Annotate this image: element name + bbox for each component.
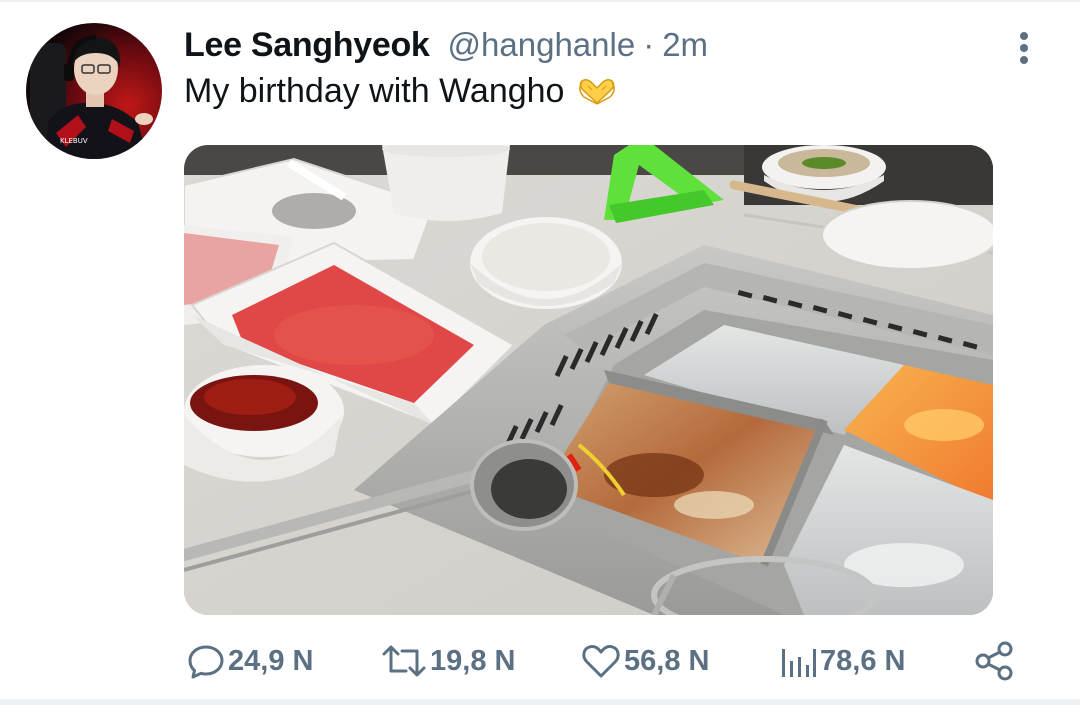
hotpot-photo <box>184 145 993 615</box>
heart-icon <box>582 645 620 678</box>
retweet-button[interactable]: 19,8 N <box>380 636 515 686</box>
like-count: 56,8 N <box>624 644 710 677</box>
separator-dot: · <box>643 26 655 63</box>
timestamp[interactable]: 2m <box>662 26 708 64</box>
share-button[interactable] <box>974 636 1016 686</box>
views-count: 78,6 N <box>820 644 906 677</box>
tweet-text-container: My birthday with Wangho <box>184 72 620 111</box>
reply-icon <box>188 645 224 679</box>
author-handle[interactable]: @hanghanle <box>448 26 636 64</box>
retweet-count: 19,8 N <box>430 644 516 677</box>
reply-count: 24,9 N <box>228 644 314 677</box>
tweet-header: Lee Sanghyeok @hanghanle · 2m <box>184 26 708 72</box>
tweet-media-photo[interactable] <box>184 145 993 615</box>
tweet-card[interactable]: KLEBUV Lee Sanghyeok @hanghanle · 2m My … <box>0 0 1080 705</box>
reply-button[interactable]: 24,9 N <box>186 636 313 686</box>
more-options-button[interactable] <box>1004 28 1044 68</box>
svg-text:KLEBUV: KLEBUV <box>60 137 88 145</box>
views-button[interactable]: 78,6 N <box>778 636 905 686</box>
avatar[interactable]: KLEBUV <box>26 23 162 159</box>
like-button[interactable]: 56,8 N <box>580 636 709 686</box>
tweet-text: My birthday with Wangho <box>184 72 565 110</box>
avatar-image: KLEBUV <box>26 23 162 159</box>
vertical-ellipsis-icon <box>1020 32 1028 64</box>
top-divider <box>0 0 1080 2</box>
retweet-icon <box>382 645 426 677</box>
heart-hands-emoji-icon <box>574 77 620 107</box>
bottom-divider <box>0 699 1080 705</box>
tweet-actions-bar: 24,9 N 19,8 N 56,8 N 78,6 N <box>0 636 1080 686</box>
analytics-bar-icon <box>782 649 816 677</box>
author-name[interactable]: Lee Sanghyeok <box>184 26 430 65</box>
share-icon <box>975 641 1013 681</box>
